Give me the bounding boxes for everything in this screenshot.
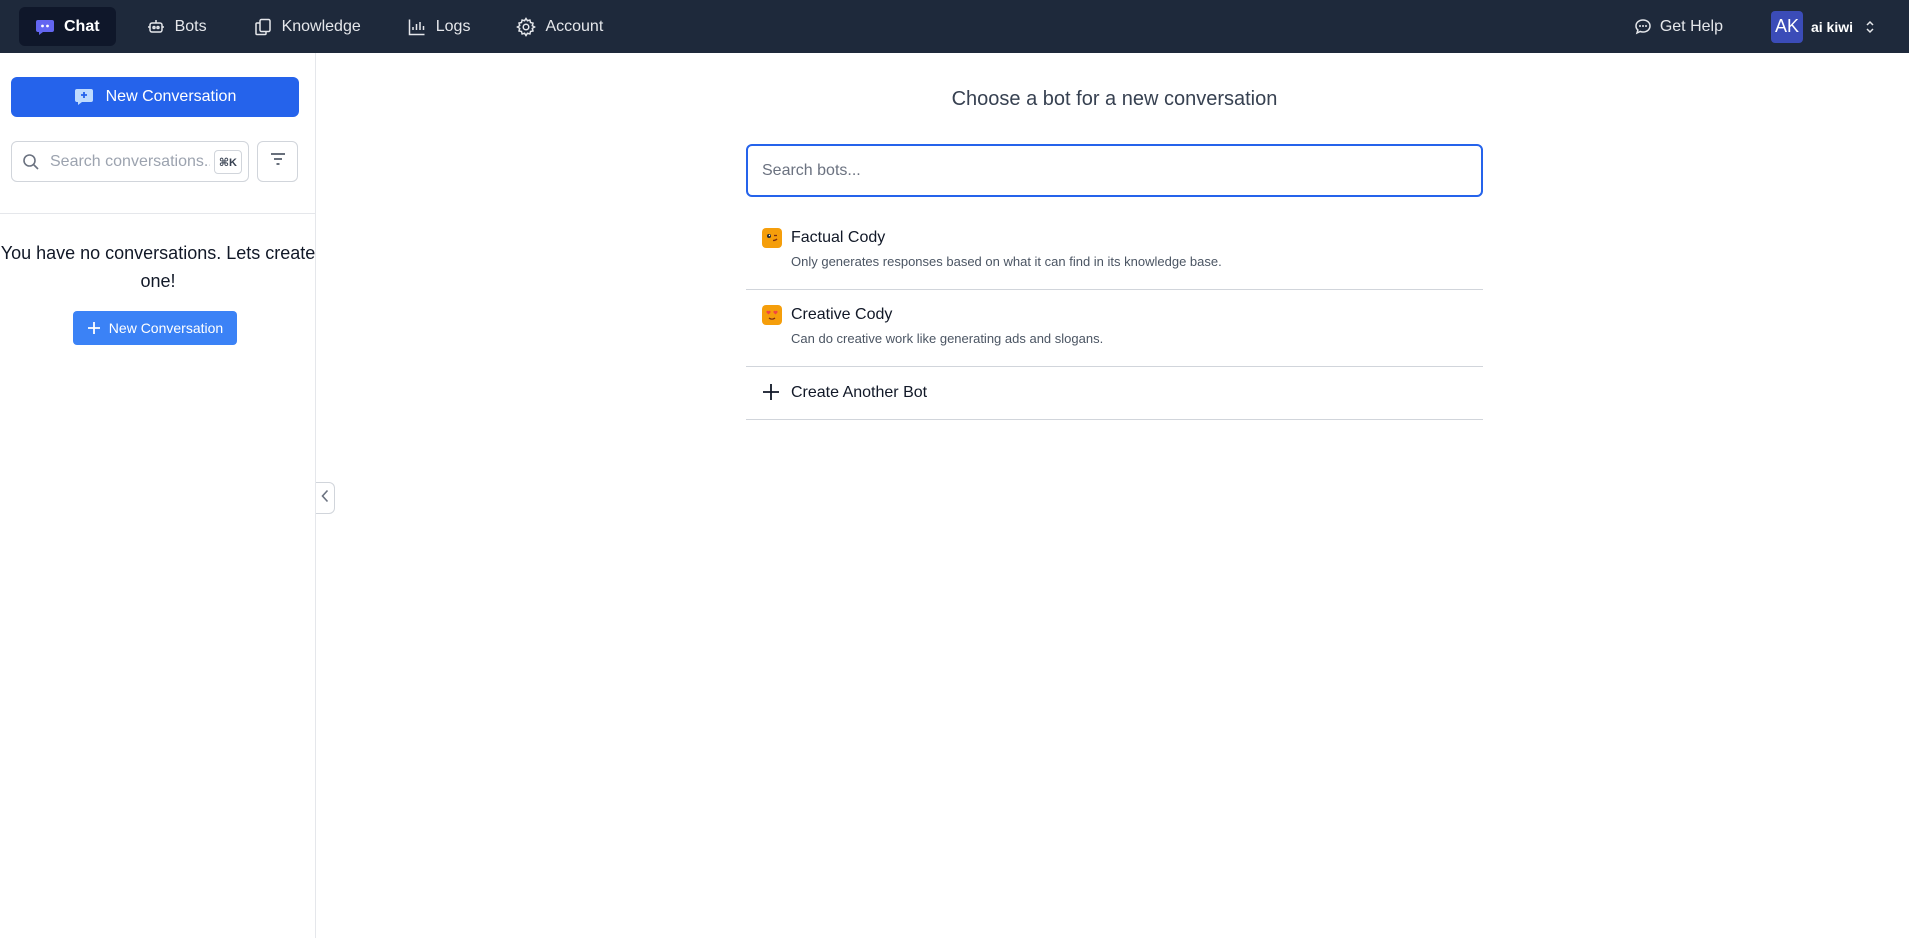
robot-icon [146, 17, 166, 37]
create-another-bot-label: Create Another Bot [791, 384, 928, 401]
add-chat-icon [74, 87, 94, 107]
bot-name: Creative Cody [791, 306, 893, 323]
nav-bots[interactable]: Bots [130, 7, 223, 46]
nav-knowledge-label: Knowledge [281, 17, 361, 35]
chevron-left-icon [321, 489, 329, 508]
new-conversation-button[interactable]: New Conversation [11, 77, 299, 117]
empty-state-new-conversation-button[interactable]: New Conversation [73, 311, 237, 345]
bot-list: Factual Cody Only generates responses ba… [746, 213, 1483, 420]
main-nav: Chat Bots Knowledge Logs Account [0, 0, 633, 53]
top-navigation-bar: Chat Bots Knowledge Logs Account Get Hel… [0, 0, 1909, 53]
empty-state-new-conversation-label: New Conversation [108, 320, 224, 336]
conversation-sidebar: New Conversation ⌘K You have no conversa… [0, 53, 316, 938]
get-help-label: Get Help [1659, 17, 1723, 35]
search-shortcut-badge: ⌘K [213, 150, 242, 174]
bot-item-factual-cody[interactable]: Factual Cody Only generates responses ba… [746, 213, 1483, 290]
nav-knowledge[interactable]: Knowledge [237, 7, 377, 46]
user-menu[interactable]: AK ai kiwi [1770, 10, 1875, 43]
nav-right: Get Help AK ai kiwi [1633, 0, 1909, 53]
documents-icon [253, 17, 273, 37]
nav-bots-label: Bots [174, 17, 207, 35]
bot-search-box[interactable] [746, 144, 1483, 197]
page-title: Choose a bot for a new conversation [951, 88, 1278, 110]
heart-eyes-face-icon [762, 305, 782, 325]
bot-name: Factual Cody [791, 229, 886, 246]
bot-item-creative-cody[interactable]: Creative Cody Can do creative work like … [746, 290, 1483, 367]
smirk-face-icon [762, 228, 782, 248]
nav-chat[interactable]: Chat [19, 7, 116, 46]
plus-icon [87, 321, 101, 335]
nav-account[interactable]: Account [500, 7, 619, 46]
chart-icon [407, 17, 427, 37]
help-chat-icon [1633, 17, 1653, 37]
plus-icon [762, 383, 782, 403]
nav-account-label: Account [545, 17, 604, 35]
nav-chat-label: Chat [64, 17, 100, 35]
conversation-search-box[interactable]: ⌘K [11, 141, 249, 182]
sidebar-divider [0, 213, 316, 214]
collapse-sidebar-button[interactable] [316, 482, 335, 514]
new-conversation-label: New Conversation [105, 88, 237, 105]
bot-description: Only generates responses based on what i… [791, 254, 1222, 269]
conversation-search-input[interactable] [50, 152, 210, 171]
create-another-bot-button[interactable]: Create Another Bot [746, 367, 1483, 420]
filter-button[interactable] [257, 141, 298, 182]
search-icon [22, 153, 40, 171]
avatar: AK [1770, 10, 1803, 43]
get-help-button[interactable]: Get Help [1633, 17, 1723, 37]
user-name: ai kiwi [1810, 18, 1853, 35]
chat-bubble-icon [35, 17, 55, 37]
gear-icon [516, 16, 537, 37]
chevron-up-down-icon [1865, 20, 1875, 34]
bot-description: Can do creative work like generating ads… [791, 331, 1104, 346]
nav-logs[interactable]: Logs [391, 7, 487, 46]
nav-logs-label: Logs [435, 17, 471, 35]
empty-conversations-message: You have no conversations. Lets create o… [0, 243, 316, 291]
filter-icon [270, 152, 286, 171]
bot-search-input[interactable] [762, 161, 1467, 180]
